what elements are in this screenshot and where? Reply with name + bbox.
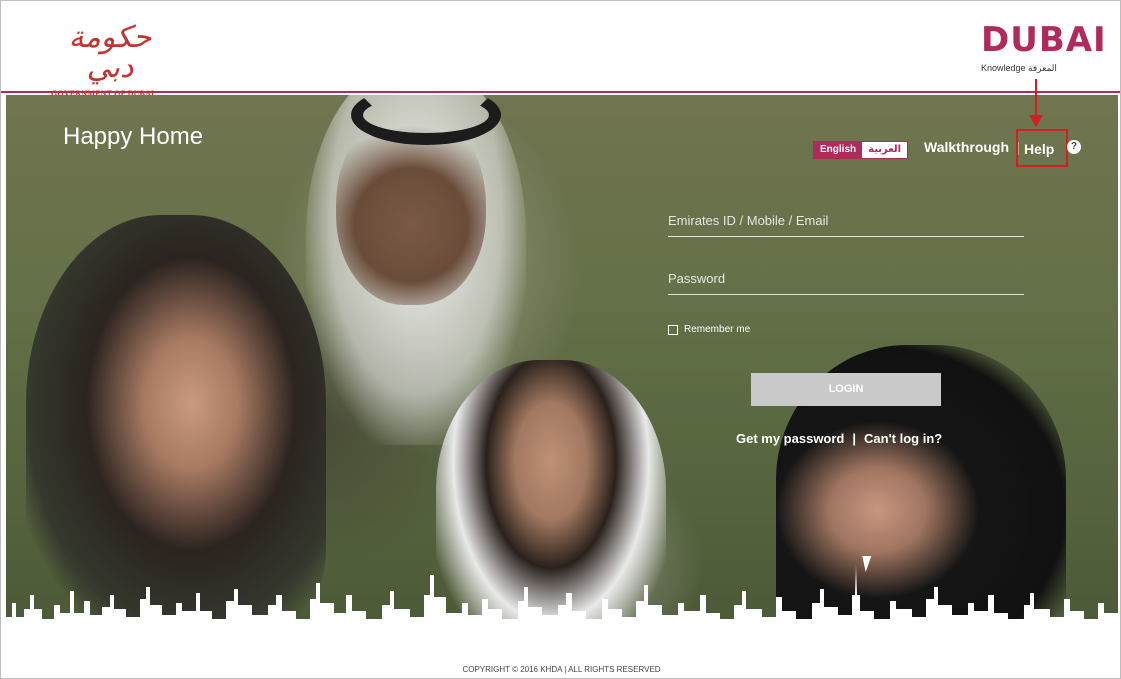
gov-logo-arabic: حكومة دبي [68, 20, 152, 85]
password-input[interactable]: Password [668, 265, 1024, 295]
checkbox-icon[interactable] [668, 324, 678, 335]
cant-login-link[interactable]: Can't log in? [864, 431, 942, 446]
login-button[interactable]: LOGIN [751, 373, 941, 406]
get-password-link[interactable]: Get my password [736, 431, 844, 446]
dubai-skyline-decoration [6, 565, 1118, 635]
kd-logo-sub: Knowledge المعرفة [981, 63, 1057, 73]
annotation-arrow-head-icon [1029, 115, 1043, 127]
dubai-knowledge-logo[interactable]: DUBAI Knowledge المعرفة [981, 20, 1107, 83]
site-header: حكومة دبي GOVERNMENT OF DUBAI DUBAI Know… [1, 1, 1120, 99]
app-title: Happy Home [63, 123, 204, 150]
lang-arabic-button[interactable]: العربية [862, 142, 908, 158]
hero-banner: Happy Home English العربية Walkthrough |… [6, 95, 1118, 635]
remember-me-label: Remember me [684, 324, 751, 335]
copyright-footer: COPYRIGHT © 2016 KHDA | ALL RIGHTS RESER… [462, 665, 661, 674]
annotation-arrow-icon [1035, 79, 1037, 119]
browser-frame: حكومة دبي GOVERNMENT OF DUBAI DUBAI Know… [0, 0, 1121, 679]
emirates-id-input[interactable]: Emirates ID / Mobile / Email [668, 207, 1024, 237]
government-of-dubai-logo[interactable]: حكومة دبي GOVERNMENT OF DUBAI [51, 20, 181, 99]
kd-logo-main: DUBAI [981, 20, 1107, 60]
language-switch: English العربية [813, 141, 909, 159]
lang-english-button[interactable]: English [814, 142, 863, 158]
links-separator: | [852, 431, 857, 446]
login-help-links: Get my password | Can't log in? [736, 431, 942, 446]
walkthrough-link[interactable]: Walkthrough [924, 139, 1009, 155]
question-circle-icon[interactable]: ? [1067, 140, 1081, 154]
remember-me[interactable]: Remember me [668, 324, 750, 335]
help-link[interactable]: Help [1024, 141, 1054, 157]
